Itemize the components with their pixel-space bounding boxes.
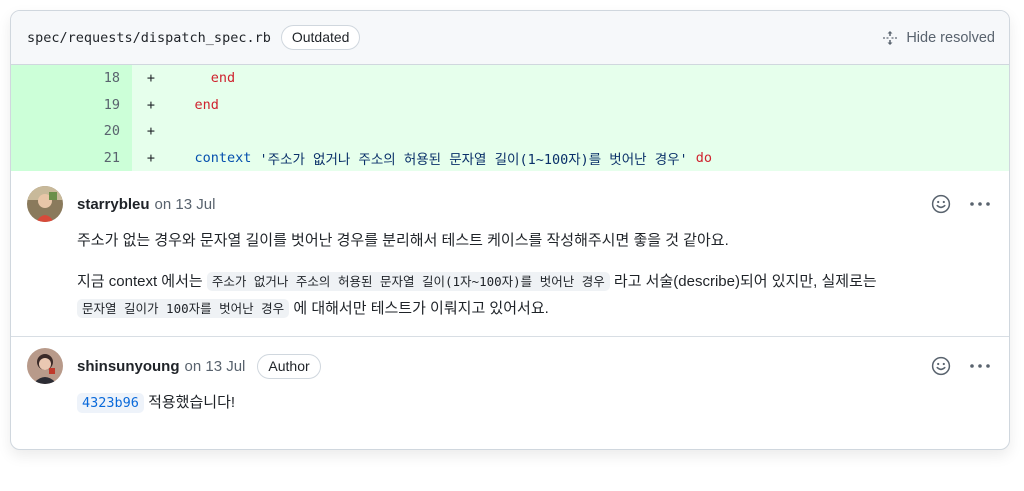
author-badge: Author — [257, 353, 321, 379]
line-number[interactable]: 20 — [11, 118, 132, 145]
code-text: end — [162, 96, 219, 113]
kebab-horizontal-icon[interactable] — [969, 363, 991, 369]
hide-resolved-button[interactable]: Hide resolved — [882, 30, 995, 46]
line-number[interactable]: 19 — [11, 91, 132, 118]
comment-date[interactable]: on 13 Jul — [155, 196, 216, 213]
added-sign: + — [146, 149, 156, 166]
added-sign: + — [146, 70, 156, 87]
comment-text: 에 대해서만 테스트가 이뤄지고 있어서요. — [289, 300, 549, 317]
smiley-icon[interactable] — [931, 194, 951, 214]
comment-text: 적용했습니다! — [143, 394, 236, 411]
comment-date[interactable]: on 13 Jul — [185, 358, 246, 375]
file-header: spec/requests/dispatch_spec.rb Outdated … — [11, 11, 1009, 65]
diff-line: 18 + end — [11, 65, 1009, 92]
file-path[interactable]: spec/requests/dispatch_spec.rb — [27, 30, 271, 46]
avatar[interactable] — [27, 348, 63, 384]
comment-header: shinsunyoung on 13 Jul Author — [27, 347, 991, 385]
diff-block: 18 + end 19 + end 20 + 21 + context '주소가… — [11, 65, 1009, 171]
unfold-icon — [882, 30, 898, 46]
added-sign: + — [146, 96, 156, 113]
review-comment: starrybleu on 13 Jul 주소가 없는 경우와 문자열 길이를 … — [11, 185, 1009, 322]
review-thread-card: spec/requests/dispatch_spec.rb Outdated … — [10, 10, 1010, 450]
line-number[interactable]: 21 — [11, 144, 132, 171]
code-text: end — [162, 70, 236, 87]
commit-sha-link[interactable]: 4323b96 — [77, 393, 144, 413]
outdated-badge: Outdated — [280, 25, 361, 50]
diff-line: 19 + end — [11, 91, 1009, 118]
comment-body: 주소가 없는 경우와 문자열 길이를 벗어난 경우를 분리해서 테스트 케이스를… — [77, 227, 991, 322]
comment-text: 지금 context 에서는 — [77, 273, 207, 290]
comment-body: 4323b96 적용했습니다! — [77, 389, 991, 417]
code-keyword: context — [162, 149, 252, 166]
comment-header: starrybleu on 13 Jul — [27, 185, 991, 223]
comment-paragraph: 4323b96 적용했습니다! — [77, 389, 991, 417]
inline-code: 주소가 없거나 주소의 허용된 문자열 길이(1자~100자)를 벗어난 경우 — [206, 272, 610, 291]
avatar[interactable] — [27, 186, 63, 222]
comment-author[interactable]: shinsunyoung — [77, 358, 180, 375]
line-number[interactable]: 18 — [11, 65, 132, 92]
review-comment: shinsunyoung on 13 Jul Author 4323b96 적용… — [11, 347, 1009, 417]
comment-list: starrybleu on 13 Jul 주소가 없는 경우와 문자열 길이를 … — [11, 171, 1009, 417]
code-keyword-do: do — [687, 149, 713, 166]
comment-actions — [931, 194, 991, 214]
comment-text: 라고 서술(describe)되어 있지만, 실제로는 — [609, 273, 877, 290]
smiley-icon[interactable] — [931, 356, 951, 376]
diff-line: 20 + — [11, 118, 1009, 145]
comment-divider — [11, 336, 1009, 337]
comment-paragraph: 지금 context 에서는 주소가 없거나 주소의 허용된 문자열 길이(1자… — [77, 268, 991, 322]
comment-author[interactable]: starrybleu — [77, 196, 150, 213]
diff-line: 21 + context '주소가 없거나 주소의 허용된 문자열 길이(1~1… — [11, 144, 1009, 171]
hide-resolved-label: Hide resolved — [906, 29, 995, 46]
comment-actions — [931, 356, 991, 376]
comment-paragraph: 주소가 없는 경우와 문자열 길이를 벗어난 경우를 분리해서 테스트 케이스를… — [77, 232, 729, 249]
inline-code: 문자열 길이가 100자를 벗어난 경우 — [77, 299, 290, 318]
kebab-horizontal-icon[interactable] — [969, 201, 991, 207]
code-string: '주소가 없거나 주소의 허용된 문자열 길이(1~100자)를 벗어난 경우' — [251, 151, 688, 168]
added-sign: + — [146, 123, 156, 140]
